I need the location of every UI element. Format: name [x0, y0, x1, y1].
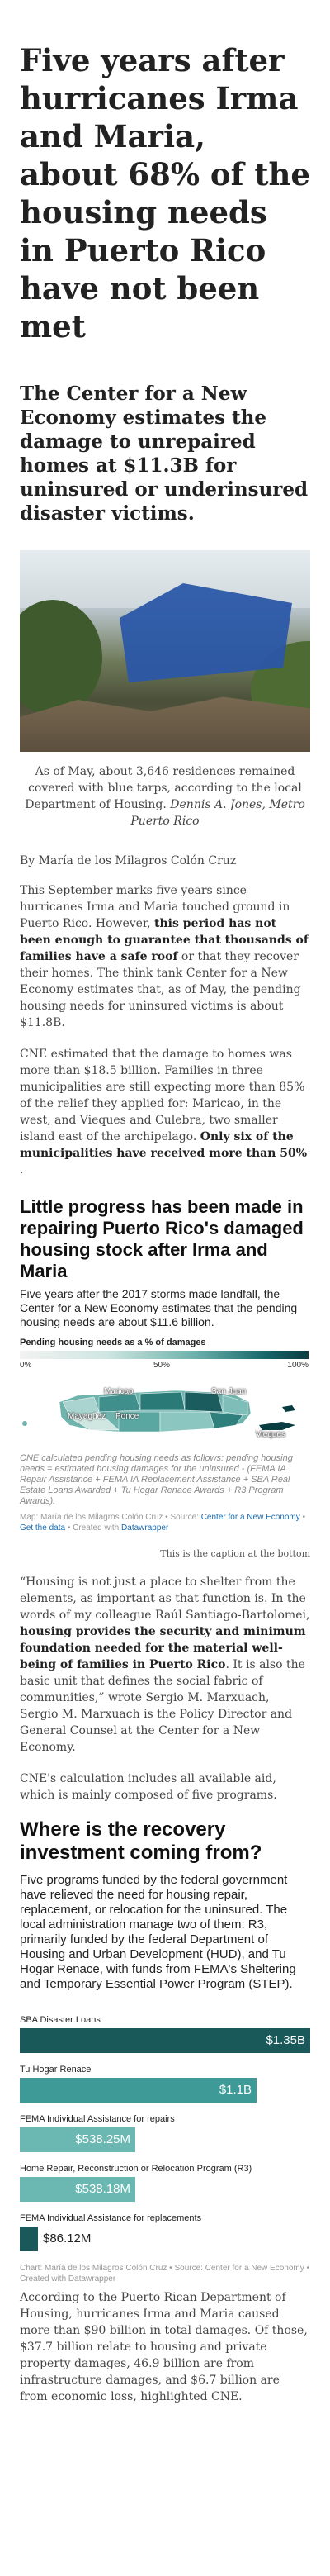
legend-tick-0: 0% — [20, 1361, 32, 1370]
bar-chart: SBA Disaster Loans $1.35B Tu Hogar Renace $… — [20, 2015, 310, 2251]
byline: By María de los Milagros Colón Cruz — [20, 854, 237, 867]
headline: Five years after hurricanes Irma and Mar… — [20, 42, 310, 345]
bar-label: SBA Disaster Loans — [20, 2015, 101, 2025]
puerto-rico-map[interactable]: Maricao San Juan Mayagüez Ponce Vieques — [20, 1377, 310, 1443]
bar-track: $538.18M — [20, 2177, 310, 2202]
paragraph-1: This September marks five years since hu… — [20, 884, 309, 1029]
bar-value-label: $1.1B — [219, 2083, 252, 2097]
label-ponce: Ponce — [116, 1412, 139, 1421]
bar-label: FEMA Individual Assistance for repairs — [20, 2114, 175, 2124]
bar-track: $1.1B — [20, 2078, 310, 2103]
bar-value-label: $538.25M — [75, 2132, 130, 2146]
bar-track: $1.35B — [20, 2028, 310, 2053]
bar-track: $538.25M — [20, 2127, 310, 2152]
label-vieques: Vieques — [256, 1430, 285, 1439]
datawrapper-link[interactable]: Datawrapper — [121, 1523, 168, 1533]
bar-row: Home Repair, Reconstruction or Relocatio… — [20, 2164, 310, 2202]
legend-color-scale — [20, 1351, 309, 1359]
source-link[interactable]: Center for a New Economy — [201, 1513, 300, 1522]
map-chart-description: Five years after the 2017 storms made la… — [20, 1287, 298, 1328]
island-vieques — [259, 1422, 295, 1430]
map-notes: CNE calculated pending housing needs as … — [20, 1453, 293, 1506]
bar-row: Tu Hogar Renace $1.1B — [20, 2065, 310, 2103]
bar-value-label: $86.12M — [43, 2231, 92, 2246]
bar-chart-title: Where is the recovery investment coming … — [20, 1818, 262, 1864]
bar: $538.18M — [20, 2177, 135, 2202]
label-maricao: Maricao — [104, 1387, 134, 1396]
bar-value-label: $538.18M — [75, 2182, 130, 2196]
get-data-link[interactable]: Get the data — [20, 1523, 65, 1533]
legend-tick-100: 100% — [287, 1361, 309, 1370]
subheadline: The Center for a New Economy estimates t… — [20, 383, 309, 525]
label-mayaguez: Mayagüez — [68, 1412, 106, 1421]
bar-label: Home Repair, Reconstruction or Relocatio… — [20, 2164, 252, 2174]
paragraph-3: “Housing is not just a place to shelter … — [20, 1576, 310, 1754]
island-mona — [22, 1421, 27, 1426]
bar-track: $86.12M — [20, 2227, 310, 2251]
bar-row: SBA Disaster Loans $1.35B — [20, 2015, 310, 2053]
photo-caption: As of May, about 3,646 residences remain… — [20, 763, 310, 829]
bar-chart-source: Chart: María de los Milagros Colón Cruz … — [20, 2264, 310, 2284]
legend-tick-50: 50% — [153, 1361, 171, 1370]
article-photo — [20, 550, 310, 752]
paragraph-5: According to the Puerto Rican Department… — [20, 2291, 308, 2403]
bar-label: Tu Hogar Renace — [20, 2065, 92, 2075]
bar: $86.12M — [20, 2227, 91, 2251]
bar: $538.25M — [20, 2127, 135, 2152]
paragraph-2: CNE estimated that the damage to homes w… — [20, 1048, 308, 1176]
map-source: Map: María de los Milagros Colón Cruz • … — [20, 1513, 306, 1533]
bar-row: FEMA Individual Assistance for repairs $5… — [20, 2114, 310, 2152]
map-chart-title: Little progress has been made in repairi… — [20, 1196, 304, 1281]
paragraph-4: CNE's calculation includes all available… — [20, 1772, 277, 1802]
bar-label: FEMA Individual Assistance for replaceme… — [20, 2213, 202, 2223]
label-san-juan: San Juan — [211, 1387, 247, 1396]
bar-row: FEMA Individual Assistance for replaceme… — [20, 2213, 310, 2251]
bar: $1.35B — [20, 2028, 310, 2053]
bar: $1.1B — [20, 2078, 257, 2103]
legend-ticks: 0% 50% 100% — [20, 1359, 309, 1371]
legend-title: Pending housing needs as a % of damages — [20, 1338, 206, 1347]
bar-value-label: $1.35B — [266, 2033, 305, 2047]
bar-chart-description: Five programs funded by the federal gove… — [20, 1873, 296, 1991]
island-culebra — [282, 1405, 295, 1412]
map-caption: This is the caption at the bottom — [160, 1548, 310, 1559]
